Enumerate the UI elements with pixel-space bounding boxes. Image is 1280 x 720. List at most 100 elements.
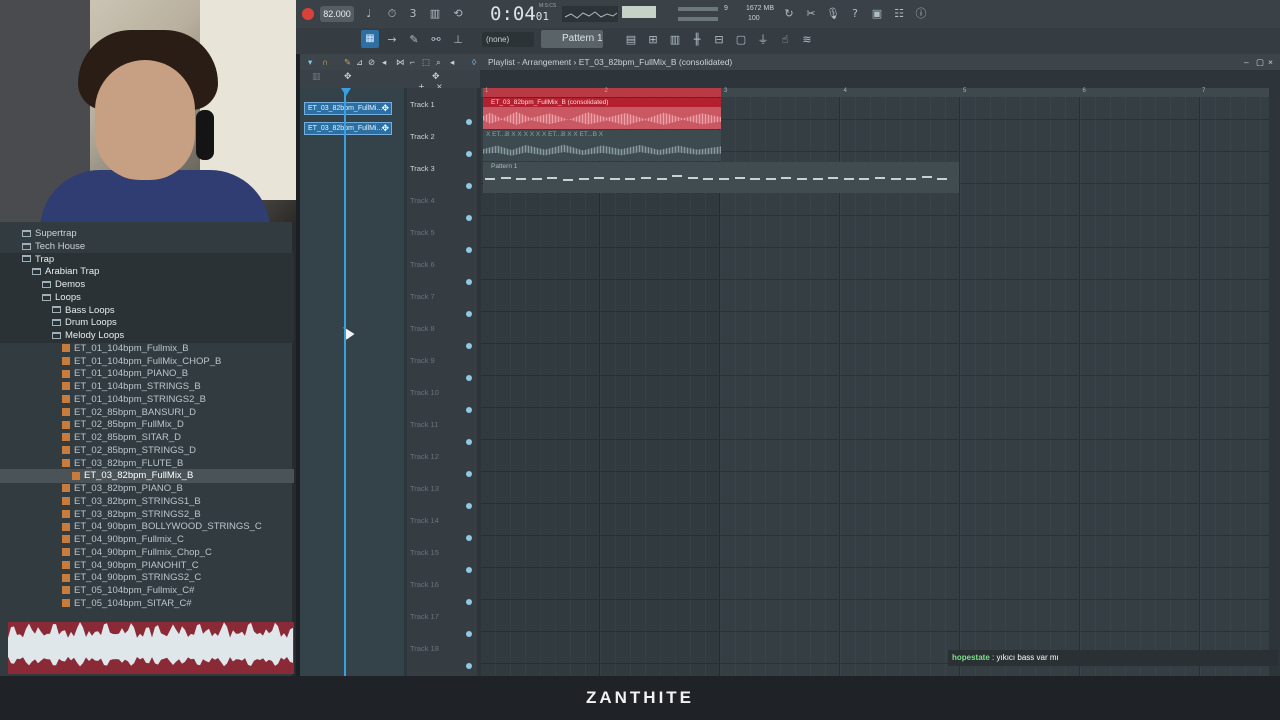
browser-file[interactable]: ET_05_104bpm_SITAR_C# [0, 597, 294, 611]
tempo-display[interactable]: 82.000 [320, 6, 354, 22]
audio-clip-track-2[interactable]: X ET...B X X X X X X ET...B X X ET...B X [483, 130, 721, 161]
playlist-menu-icon[interactable]: ▾ [308, 54, 312, 70]
folder-icon [32, 268, 41, 276]
picker-clip-2[interactable]: ET_03_82bpm_FullMi...✥ [304, 122, 392, 135]
track-label[interactable]: Track 11 [410, 420, 470, 429]
pattern-note [609, 178, 620, 180]
piano-roll-icon[interactable]: ▦ [361, 30, 379, 48]
magnet-icon[interactable]: ∩ [322, 54, 328, 70]
pattern-clip-track-3[interactable]: Pattern 1 [483, 162, 959, 193]
track-label[interactable]: Track 15 [410, 548, 470, 557]
close-icon[interactable]: × [1268, 54, 1273, 70]
track-label[interactable]: Track 1 [410, 100, 470, 109]
arrow-right-icon[interactable]: → [383, 31, 401, 49]
track-mute-led[interactable] [466, 375, 472, 381]
help-icon[interactable]: ? [846, 5, 864, 23]
save-icon[interactable]: ▣ [868, 5, 886, 23]
track-label[interactable]: Track 7 [410, 292, 470, 301]
mixer-window-icon[interactable]: ╫ [688, 31, 706, 49]
track-mute-led[interactable] [466, 471, 472, 477]
plugin-icon[interactable]: ⏚ [754, 31, 772, 49]
record-button[interactable] [302, 8, 314, 20]
track-mute-led[interactable] [466, 503, 472, 509]
track-label[interactable]: Track 4 [410, 196, 470, 205]
project-icon[interactable]: ▢ [732, 31, 750, 49]
channel-rack-icon[interactable]: ⊞ [644, 31, 662, 49]
track-mute-led[interactable] [466, 599, 472, 605]
track-mute-led[interactable] [466, 631, 472, 637]
track-mute-led[interactable] [466, 311, 472, 317]
track-mute-led[interactable] [466, 407, 472, 413]
track-label[interactable]: Track 2 [410, 132, 470, 141]
arrangement-icon[interactable]: ◊ [472, 54, 476, 70]
track-label[interactable]: Track 9 [410, 356, 470, 365]
track-mute-led[interactable] [466, 215, 472, 221]
cut-icon[interactable]: ✂ [802, 5, 820, 23]
zoom-tool-icon[interactable]: ⌕ [436, 54, 441, 70]
track-label[interactable]: Track 12 [410, 452, 470, 461]
picker-icon-b[interactable]: ✥ [344, 72, 352, 82]
audio-clip-track-1[interactable]: ET_03_82bpm_FullMix_B (consolidated) [483, 98, 721, 129]
track-mute-led[interactable] [466, 183, 472, 189]
metronome-icon[interactable]: ♩ [360, 5, 378, 23]
track-mute-led[interactable] [466, 535, 472, 541]
track-label[interactable]: Track 14 [410, 516, 470, 525]
browser-panel[interactable]: Supertrap Tech House Trap Arabian Trap Demos… [0, 222, 296, 676]
playlist-title-bar[interactable]: ▾ ∩ ✎ ⊿ ⊘ ◂ ⋈ ⌐ ⬚ ⌕ ◂ ◊ Playlist - Arran… [300, 54, 1280, 70]
maximize-icon[interactable]: ▢ [1256, 54, 1264, 70]
countdown-icon[interactable]: 3 [404, 5, 422, 23]
browser-window-icon[interactable]: ⊟ [710, 31, 728, 49]
script-icon[interactable]: ≋ [798, 31, 816, 49]
microphone-icon[interactable]: 🎙 [824, 5, 842, 23]
track-mute-led[interactable] [466, 247, 472, 253]
track-mute-led[interactable] [466, 119, 472, 125]
delete-tool-icon[interactable]: ⊘ [368, 54, 375, 70]
timeline-ruler[interactable]: 1 2 3 4 5 6 7 [481, 88, 1269, 97]
mute-tool-icon[interactable]: ◂ [382, 54, 386, 70]
select-tool-icon[interactable]: ⬚ [422, 54, 430, 70]
brush-icon[interactable]: ⊿ [356, 54, 363, 70]
track-label[interactable]: Track 8 [410, 324, 470, 333]
sample-preview-waveform[interactable] [8, 622, 294, 674]
track-label[interactable]: Track 10 [410, 388, 470, 397]
track-label[interactable]: Track 16 [410, 580, 470, 589]
track-label[interactable]: Track 18 [410, 644, 470, 653]
track-label[interactable]: Track 6 [410, 260, 470, 269]
piano-roll-window-icon[interactable]: ▥ [666, 31, 684, 49]
step-edit-icon[interactable]: ▥ [426, 5, 444, 23]
track-mute-led[interactable] [466, 439, 472, 445]
track-mute-led[interactable] [466, 151, 472, 157]
pencil-icon[interactable]: ✎ [405, 31, 423, 49]
pattern-selector[interactable]: Pattern 1 [541, 30, 603, 48]
pencil-tool-icon[interactable]: ✎ [344, 54, 351, 70]
picker-icon-c[interactable]: ✥ [432, 72, 440, 82]
snap-select[interactable]: (none) [482, 32, 534, 47]
undo-history-icon[interactable]: ↻ [780, 5, 798, 23]
picker-clip-1[interactable]: ET_03_82bpm_FullMi...✥ [304, 102, 392, 115]
wait-icon[interactable]: ⏱ [383, 5, 401, 23]
slice-tool-icon[interactable]: ⌐ [410, 54, 415, 70]
touch-icon[interactable]: ☝ [776, 31, 794, 49]
track-label[interactable]: Track 17 [410, 612, 470, 621]
audio-file-icon [62, 407, 70, 416]
loop-record-icon[interactable]: ⟲ [449, 5, 467, 23]
slip-tool-icon[interactable]: ⋈ [396, 54, 405, 70]
link-icon[interactable]: ⚯ [427, 31, 445, 49]
minimize-icon[interactable]: – [1244, 54, 1249, 70]
track-mute-led[interactable] [466, 663, 472, 669]
stamp-icon[interactable]: ⊥ [449, 31, 467, 49]
track-mute-led[interactable] [466, 567, 472, 573]
picker-icon-a[interactable]: ▥ [312, 72, 321, 82]
track-mute-led[interactable] [466, 279, 472, 285]
track-mute-led[interactable] [466, 343, 472, 349]
playback-tool-icon[interactable]: ◂ [450, 54, 454, 70]
mixer-icon[interactable]: ☷ [890, 5, 908, 23]
track-label[interactable]: Track 3 [410, 164, 470, 173]
browser-item-label: ET_02_85bpm_BANSURI_D [74, 406, 196, 418]
playhead-marker[interactable] [341, 88, 351, 96]
track-label[interactable]: Track 13 [410, 484, 470, 493]
info-icon[interactable]: ⓘ [912, 5, 930, 23]
playhead[interactable] [344, 88, 346, 676]
track-label[interactable]: Track 5 [410, 228, 470, 237]
playlist-window-icon[interactable]: ▤ [622, 31, 640, 49]
